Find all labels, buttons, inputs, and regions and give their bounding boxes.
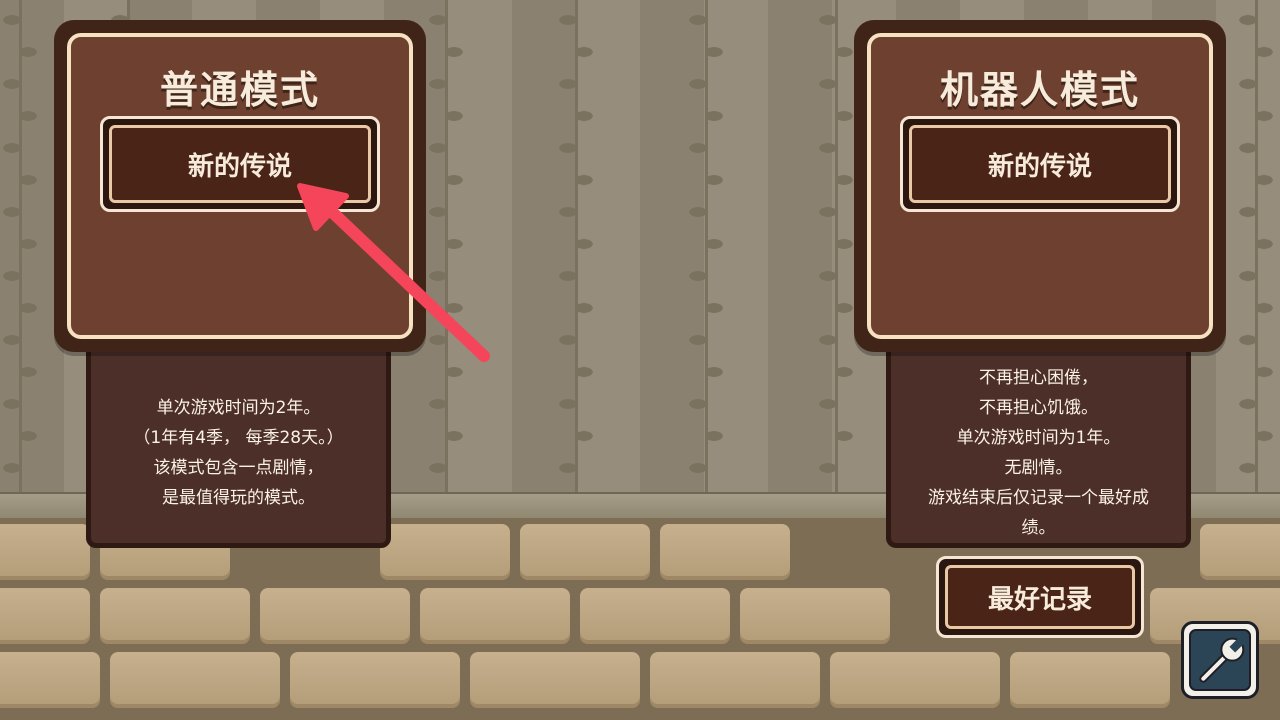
description-line: （1年有4季， 每季28天。） (133, 428, 344, 448)
normal-mode-card: 普通模式 新的传说 (54, 20, 426, 352)
normal-mode-new-game-label: 新的传说 (109, 125, 371, 203)
vine-decoration (0, 0, 40, 500)
settings-button[interactable] (1181, 621, 1259, 699)
vine-decoration (556, 0, 596, 500)
vine-decoration (426, 0, 466, 500)
normal-mode-description: 单次游戏时间为2年。 （1年有4季， 每季28天。） 该模式包含一点剧情， 是最值得玩… (121, 393, 355, 513)
description-line: 无剧情。 (1004, 458, 1073, 478)
vine-decoration (686, 0, 726, 500)
robot-mode-description-panel: 不再担心困倦， 不再担心饥饿。单次游戏时间为1年。 无剧情。游戏结束后仅记录一个最好… (886, 332, 1191, 548)
robot-mode-card: 机器人模式 新的传说 (854, 20, 1226, 352)
description-line: 不再担心困倦， (979, 368, 1098, 388)
description-line: 不再担心饥饿。 (979, 398, 1098, 418)
vine-decoration (1236, 0, 1276, 500)
normal-mode-title: 普通模式 (159, 68, 320, 112)
wrench-icon (1199, 637, 1245, 683)
robot-mode-title: 机器人模式 (939, 68, 1140, 112)
description-line: 单次游戏时间为2年。 (156, 398, 321, 418)
description-line: 游戏结束后仅记录一个最好成 (928, 488, 1149, 508)
robot-mode-new-game-label: 新的传说 (909, 125, 1171, 203)
normal-mode-new-game-button[interactable]: 新的传说 (100, 116, 380, 212)
best-record-label: 最好记录 (945, 565, 1135, 629)
description-line: 单次游戏时间为1年。 (956, 428, 1121, 448)
description-line: 该模式包含一点剧情， (153, 458, 324, 478)
robot-mode-description: 不再担心困倦， 不再担心饥饿。单次游戏时间为1年。 无剧情。游戏结束后仅记录一个最好… (916, 363, 1161, 543)
vine-decoration (816, 0, 856, 500)
settings-button-face (1189, 629, 1251, 691)
description-line: 是最值得玩的模式。 (161, 488, 315, 508)
robot-mode-new-game-button[interactable]: 新的传说 (900, 116, 1180, 212)
normal-mode-description-panel: 单次游戏时间为2年。 （1年有4季， 每季28天。） 该模式包含一点剧情， 是最值得玩… (86, 332, 391, 548)
best-record-button[interactable]: 最好记录 (936, 556, 1144, 638)
description-line: 绩。 (1021, 518, 1056, 538)
